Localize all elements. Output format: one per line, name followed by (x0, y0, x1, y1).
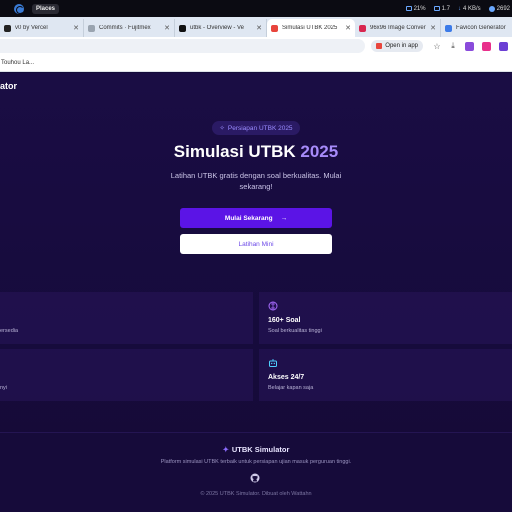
app-icon (376, 43, 383, 49)
github-favicon-icon (88, 24, 95, 32)
sparkle-icon: ✧ (219, 125, 225, 132)
tab-simulasi-utbk[interactable]: Simulasi UTBK 2025 ✕ (267, 19, 355, 37)
mini-practice-button[interactable]: Latihan Mini (180, 234, 332, 254)
utbk-favicon-icon (271, 24, 278, 32)
favicon-generator-icon (445, 24, 452, 32)
hero-badge: ✧ Persiapan UTBK 2025 (212, 121, 300, 135)
extension-icon[interactable] (465, 41, 474, 51)
sparkle-icon: ✦ (222, 445, 229, 454)
tab-image-converter[interactable]: 96x96 Image Conver ✕ (355, 19, 441, 37)
bookmark-star-icon[interactable]: ☆ (429, 42, 445, 51)
v0-favicon-icon (4, 24, 11, 32)
browser-toolbar: Open in app ☆ ⤓ (0, 37, 512, 55)
hero-title: Simulasi UTBK 2025 (173, 142, 339, 161)
tab-favicon-generator[interactable]: Favicon Generator (441, 19, 512, 37)
workspace-button[interactable]: Places (32, 3, 60, 14)
close-tab-icon[interactable]: ✕ (73, 24, 79, 32)
load-stat: 1.7 (433, 6, 450, 12)
network-stat: ↓ 4 KB/s (457, 5, 481, 12)
github-icon[interactable] (250, 473, 260, 483)
vercel-favicon-icon (179, 24, 186, 32)
bookmarks-bar: Touhou La... (0, 55, 512, 72)
footer-copyright: © 2025 UTBK Simulator. Dibuat oleh Watta… (200, 491, 312, 497)
display-icon (433, 6, 440, 11)
footer-subtitle: Platform simulasi UTBK terbaik untuk per… (160, 459, 352, 465)
close-tab-icon[interactable]: ✕ (256, 24, 262, 32)
cpu-stat: 21% (405, 6, 426, 12)
close-tab-icon[interactable]: ✕ (430, 24, 436, 32)
system-stats: 21% 1.7 ↓ 4 KB/s 2692 (405, 5, 510, 12)
download-icon[interactable]: ⤓ (445, 41, 461, 51)
tab-vercel-overview[interactable]: utbk - Overview - Ve ✕ (175, 19, 267, 37)
app-launcher-icon[interactable] (14, 3, 24, 14)
page-content: ator ✧ Persiapan UTBK 2025 Simulasi UTBK… (0, 73, 512, 512)
arrow-right-icon: → (280, 214, 288, 222)
converter-favicon-icon (359, 24, 366, 32)
feature-card: Akses 24/7 Belajar kapan saja (259, 349, 512, 401)
tab-v0[interactable]: v0 by Vercel ✕ (0, 19, 84, 37)
address-bar[interactable] (0, 39, 366, 53)
close-tab-icon[interactable]: ✕ (164, 24, 170, 32)
open-in-app-button[interactable]: Open in app (371, 40, 423, 52)
gear-icon (488, 5, 495, 12)
memory-stat: 2692 (488, 5, 510, 12)
feature-card: 160+ Soal Soal berkualitas tinggi (259, 292, 512, 344)
monitor-icon (405, 6, 412, 11)
download-icon: ↓ (457, 5, 461, 12)
robot-icon (269, 359, 277, 367)
os-top-bar: Places 21% 1.7 ↓ 4 KB/s 2692 (0, 0, 512, 17)
extension-icon[interactable] (499, 41, 508, 51)
close-tab-icon[interactable]: ✕ (345, 24, 351, 32)
start-now-button[interactable]: Mulai Sekarang → (180, 208, 332, 228)
bookmark-item[interactable]: Touhou La... (1, 60, 34, 66)
footer-title: ✦ UTBK Simulator (222, 445, 290, 454)
site-brand[interactable]: ator (0, 81, 17, 91)
site-footer: ✦ UTBK Simulator Platform simulasi UTBK t… (0, 432, 512, 512)
tab-commits[interactable]: Commits · Fujitmex ✕ (84, 19, 175, 37)
brain-icon (268, 301, 278, 311)
feature-card: ersedia (0, 292, 253, 344)
feature-card: nyi (0, 349, 253, 401)
browser-tab-strip: v0 by Vercel ✕ Commits · Fujitmex ✕ utbk -… (0, 17, 512, 37)
hero-subtitle: Latihan UTBK gratis dengan soal berkuali… (170, 171, 342, 191)
extension-icon[interactable] (482, 41, 491, 51)
